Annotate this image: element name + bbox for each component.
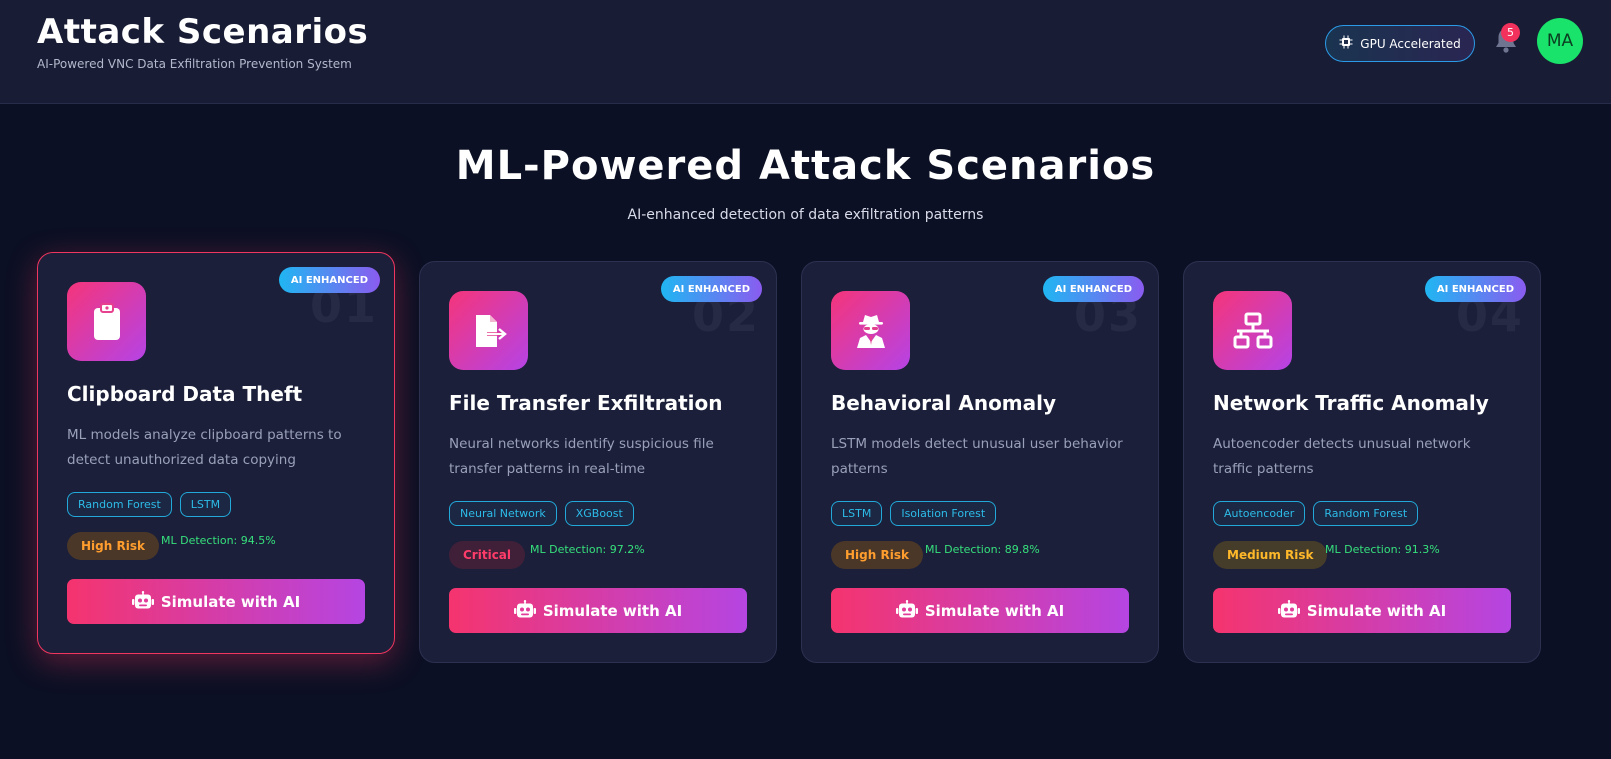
model-tag: LSTM	[831, 501, 883, 526]
risk-badge: High Risk	[831, 541, 923, 569]
risk-badge: High Risk	[67, 532, 159, 560]
scenario-card-network[interactable]: 04 AI ENHANCED Network Traffic Anomaly A…	[1183, 261, 1541, 663]
page-title: Attack Scenarios	[37, 12, 369, 52]
ai-enhanced-badge: AI ENHANCED	[1042, 276, 1144, 302]
gpu-accelerated-button[interactable]: GPU Accelerated	[1325, 25, 1475, 62]
ai-enhanced-badge: AI ENHANCED	[1424, 276, 1526, 302]
top-header: Attack Scenarios AI-Powered VNC Data Exf…	[0, 0, 1611, 104]
model-tag: Random Forest	[67, 492, 172, 517]
model-tag: Isolation Forest	[890, 501, 997, 526]
simulate-with-ai-button[interactable]: Simulate with AI	[1213, 588, 1511, 633]
model-tag: XGBoost	[564, 501, 634, 526]
model-tags: Autoencoder Random Forest	[1213, 501, 1419, 526]
simulate-button-label: Simulate with AI	[542, 601, 683, 620]
ai-enhanced-badge: AI ENHANCED	[660, 276, 762, 302]
model-tags: LSTM Isolation Forest	[831, 501, 997, 526]
ml-detection-rate: ML Detection: 94.5%	[161, 534, 276, 547]
simulate-button-label: Simulate with AI	[160, 592, 301, 611]
simulate-button-label: Simulate with AI	[1306, 601, 1447, 620]
model-tag: Autoencoder	[1213, 501, 1306, 526]
model-tag: Random Forest	[1313, 501, 1419, 526]
card-title: File Transfer Exfiltration	[449, 391, 723, 415]
card-description: Autoencoder detects unusual network traf…	[1213, 436, 1471, 477]
simulate-with-ai-button[interactable]: Simulate with AI	[449, 588, 747, 633]
robot-icon	[513, 599, 536, 622]
notification-badge: 5	[1501, 23, 1520, 42]
card-description: LSTM models detect unusual user behavior…	[831, 436, 1123, 477]
risk-badge: Medium Risk	[1213, 541, 1328, 569]
scenario-card-file-transfer[interactable]: 02 AI ENHANCED File Transfer Exfiltratio…	[419, 261, 777, 663]
scenario-card-behavioral[interactable]: 03 AI ENHANCED Behavioral Anomaly LSTM m…	[801, 261, 1159, 663]
robot-icon	[1277, 599, 1300, 622]
ml-detection-rate: ML Detection: 91.3%	[1325, 543, 1440, 556]
robot-icon	[895, 599, 918, 622]
card-title: Network Traffic Anomaly	[1213, 391, 1489, 415]
gpu-label: GPU Accelerated	[1360, 36, 1461, 51]
simulate-with-ai-button[interactable]: Simulate with AI	[831, 588, 1129, 633]
section-title: ML-Powered Attack Scenarios	[455, 143, 1156, 189]
scenario-card-clipboard[interactable]: 01 AI ENHANCED Clipboard Data Theft ML m…	[37, 252, 395, 654]
section-subtitle: AI-enhanced detection of data exfiltrati…	[627, 207, 984, 223]
network-icon	[1213, 291, 1292, 370]
card-description: ML models analyze clipboard patterns to …	[67, 427, 342, 468]
model-tags: Neural Network XGBoost	[449, 501, 634, 526]
card-title: Behavioral Anomaly	[831, 391, 1057, 415]
simulate-with-ai-button[interactable]: Simulate with AI	[67, 579, 365, 624]
clipboard-icon	[67, 282, 146, 361]
model-tag: LSTM	[179, 492, 232, 517]
model-tags: Random Forest LSTM	[67, 492, 232, 517]
simulate-button-label: Simulate with AI	[924, 601, 1065, 620]
ml-detection-rate: ML Detection: 89.8%	[925, 543, 1040, 556]
card-description: Neural networks identify suspicious file…	[449, 436, 714, 477]
avatar[interactable]: MA	[1537, 18, 1583, 64]
risk-badge: Critical	[449, 541, 526, 569]
page-subtitle: AI-Powered VNC Data Exfiltration Prevent…	[37, 57, 352, 71]
ml-detection-rate: ML Detection: 97.2%	[530, 543, 645, 556]
robot-icon	[131, 590, 154, 613]
chip-icon	[1339, 35, 1353, 52]
card-title: Clipboard Data Theft	[67, 382, 303, 406]
model-tag: Neural Network	[449, 501, 557, 526]
user-secret-icon	[831, 291, 910, 370]
ai-enhanced-badge: AI ENHANCED	[278, 267, 380, 293]
file-export-icon	[449, 291, 528, 370]
